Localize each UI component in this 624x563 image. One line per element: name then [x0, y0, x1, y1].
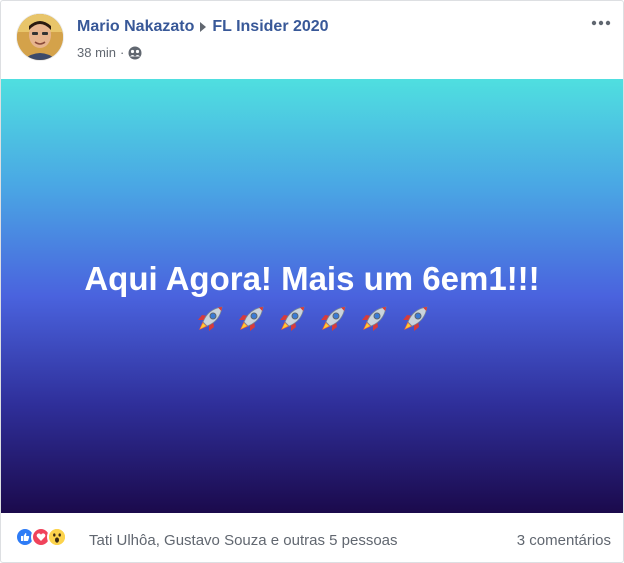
rocket-emoji-row — [194, 303, 431, 340]
group-name-link[interactable]: FL Insider 2020 — [212, 18, 328, 36]
rocket-emoji-icon — [399, 303, 431, 340]
reaction-icons[interactable] — [15, 527, 67, 547]
rocket-emoji-icon — [235, 303, 267, 340]
caret-right-icon — [200, 22, 207, 32]
rocket-emoji-icon — [358, 303, 390, 340]
post-header: Mario Nakazato FL Insider 2020 38 min · — [1, 1, 623, 79]
avatar-photo-icon — [17, 14, 63, 60]
author-avatar[interactable] — [17, 14, 63, 60]
reacted-by-text[interactable]: Tati Ulhôa, Gustavo Souza e outras 5 pes… — [89, 532, 398, 549]
post-timestamp[interactable]: 38 min — [77, 45, 116, 60]
rocket-emoji-icon — [317, 303, 349, 340]
post-footer: Tati Ulhôa, Gustavo Souza e outras 5 pes… — [1, 513, 623, 562]
meta-separator: · — [120, 45, 125, 60]
group-icon — [128, 46, 142, 59]
rocket-emoji-icon — [194, 303, 226, 340]
author-name-link[interactable]: Mario Nakazato — [77, 18, 194, 36]
feed-post: Mario Nakazato FL Insider 2020 38 min · — [0, 0, 624, 563]
post-text: Aqui Agora! Mais um 6em1!!! — [84, 259, 540, 297]
post-title: Mario Nakazato FL Insider 2020 — [77, 18, 329, 36]
wow-icon — [47, 527, 67, 547]
post-meta: 38 min · — [77, 45, 142, 60]
post-background-banner: Aqui Agora! Mais um 6em1!!! — [1, 79, 623, 513]
comments-count-link[interactable]: 3 comentários — [517, 532, 611, 549]
more-options-icon[interactable] — [589, 15, 613, 31]
rocket-emoji-icon — [276, 303, 308, 340]
